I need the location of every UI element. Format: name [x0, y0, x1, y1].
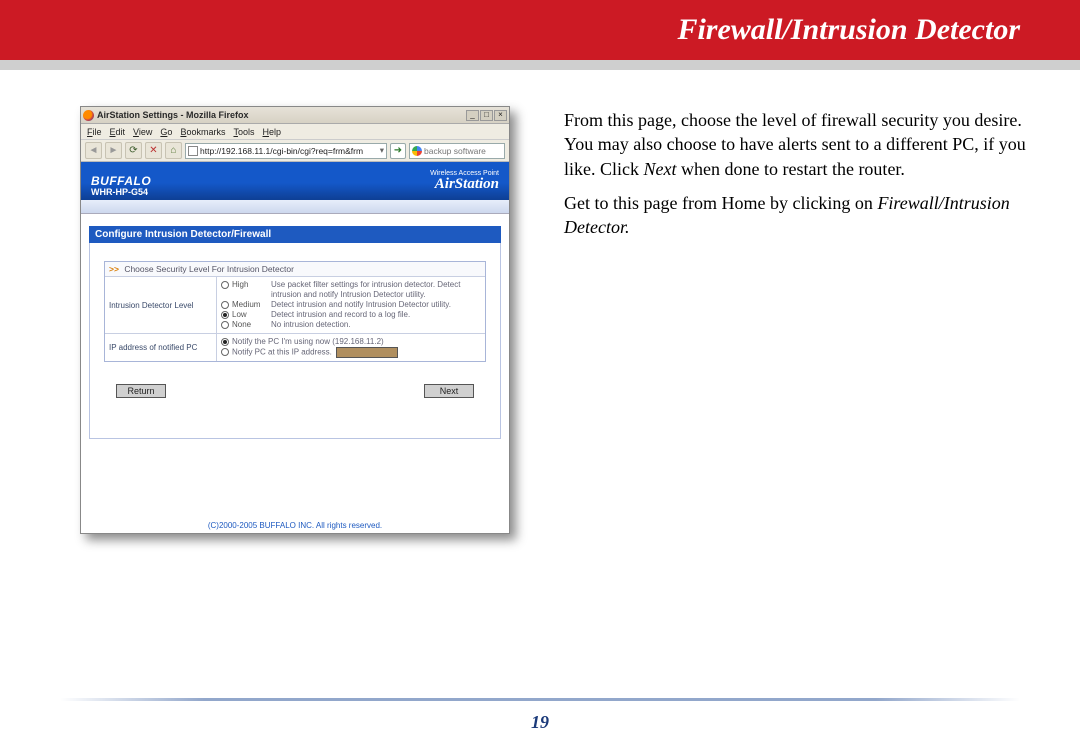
- level-label: None: [232, 320, 268, 330]
- row-notified-pc-label: IP address of notified PC: [105, 334, 217, 361]
- radio-icon: [221, 321, 229, 329]
- caption-arrows-icon: >>: [109, 264, 119, 274]
- address-bar[interactable]: http://192.168.11.1/cgi-bin/cgi?req=frm&…: [185, 143, 387, 159]
- menu-tools[interactable]: Tools: [233, 127, 254, 137]
- page-number: 19: [0, 712, 1080, 733]
- level-label: Low: [232, 310, 268, 320]
- menu-go[interactable]: Go: [160, 127, 172, 137]
- desc-next-italic: Next: [644, 159, 677, 179]
- title-banner: Firewall/Intrusion Detector: [0, 0, 1080, 60]
- level-label: High: [232, 280, 268, 290]
- radio-icon: [221, 311, 229, 319]
- row-detector-level-body: HighUse packet filter settings for intru…: [217, 277, 485, 333]
- maximize-button[interactable]: □: [480, 110, 493, 121]
- ip-address-input[interactable]: [336, 347, 398, 358]
- buffalo-logo: BUFFALO: [91, 174, 151, 188]
- forward-button[interactable]: ►: [105, 142, 122, 159]
- page-title: Firewall/Intrusion Detector: [677, 13, 1020, 47]
- firefox-icon: [83, 110, 94, 121]
- footer-rule: [60, 698, 1020, 701]
- close-button[interactable]: ×: [494, 110, 507, 121]
- level-caption-text: Choose Security Level For Intrusion Dete…: [124, 264, 294, 274]
- radio-icon: [221, 281, 229, 289]
- router-page: BUFFALO WHR-HP-G54 Wireless Access Point…: [81, 162, 509, 533]
- level-option-none[interactable]: NoneNo intrusion detection.: [221, 320, 481, 330]
- window-titlebar: AirStation Settings - Mozilla Firefox _ …: [81, 107, 509, 124]
- desc-text: Get to this page from Home by clicking o…: [564, 193, 877, 213]
- level-description: Detect intrusion and record to a log fil…: [271, 310, 481, 320]
- header-tab-strip: [81, 200, 509, 214]
- window-title: AirStation Settings - Mozilla Firefox: [97, 110, 466, 120]
- notify-current-option[interactable]: Notify the PC I'm using now (192.168.11.…: [221, 337, 481, 347]
- description-column: From this page, choose the level of fire…: [564, 106, 1030, 534]
- menu-bookmarks[interactable]: Bookmarks: [180, 127, 225, 137]
- level-description: Use packet filter settings for intrusion…: [271, 280, 481, 300]
- menu-file[interactable]: File: [87, 127, 102, 137]
- minimize-button[interactable]: _: [466, 110, 479, 121]
- row-detector-level: Intrusion Detector Level HighUse packet …: [105, 277, 485, 334]
- radio-icon: [221, 338, 229, 346]
- next-button[interactable]: Next: [424, 384, 474, 398]
- menu-view[interactable]: View: [133, 127, 152, 137]
- row-notified-pc-body: Notify the PC I'm using now (192.168.11.…: [217, 334, 485, 361]
- notify-current-label: Notify the PC I'm using now (192.168.11.…: [232, 337, 481, 347]
- description-paragraph-1: From this page, choose the level of fire…: [564, 108, 1030, 181]
- radio-icon: [221, 348, 229, 356]
- notify-other-option[interactable]: Notify PC at this IP address.: [221, 347, 481, 358]
- notify-other-label: Notify PC at this IP address.: [232, 347, 481, 358]
- home-button[interactable]: ⌂: [165, 142, 182, 159]
- desc-text: when done to restart the router.: [677, 159, 905, 179]
- level-option-high[interactable]: HighUse packet filter settings for intru…: [221, 280, 481, 300]
- banner-divider: [0, 60, 1080, 70]
- row-notified-pc: IP address of notified PC Notify the PC …: [105, 334, 485, 361]
- copyright-text: (C)2000-2005 BUFFALO INC. All rights res…: [81, 517, 509, 533]
- row-detector-level-label: Intrusion Detector Level: [105, 277, 217, 333]
- stop-button[interactable]: ✕: [145, 142, 162, 159]
- level-radio-group: HighUse packet filter settings for intru…: [221, 280, 481, 330]
- config-table: >> Choose Security Level For Intrusion D…: [104, 261, 486, 362]
- return-button[interactable]: Return: [116, 384, 166, 398]
- screenshot-column: AirStation Settings - Mozilla Firefox _ …: [80, 106, 530, 534]
- search-text: backup software: [424, 146, 486, 156]
- menu-edit[interactable]: Edit: [110, 127, 126, 137]
- page-icon: [188, 146, 198, 156]
- airstation-label: Wireless Access Point AirStation: [430, 170, 499, 192]
- router-model: WHR-HP-G54: [91, 187, 148, 197]
- go-button[interactable]: ➜: [390, 143, 406, 159]
- navigation-toolbar: ◄ ► ⟳ ✕ ⌂ http://192.168.11.1/cgi-bin/cg…: [81, 140, 509, 162]
- menu-help[interactable]: Help: [262, 127, 281, 137]
- notify-radio-group: Notify the PC I'm using now (192.168.11.…: [221, 337, 481, 358]
- config-panel: >> Choose Security Level For Intrusion D…: [89, 243, 501, 439]
- window-buttons: _ □ ×: [466, 110, 507, 121]
- firefox-window: AirStation Settings - Mozilla Firefox _ …: [80, 106, 510, 534]
- section-title: Configure Intrusion Detector/Firewall: [89, 226, 501, 243]
- reload-button[interactable]: ⟳: [125, 142, 142, 159]
- button-row: Return Next: [90, 374, 500, 398]
- radio-icon: [221, 301, 229, 309]
- url-text: http://192.168.11.1/cgi-bin/cgi?req=frm&…: [200, 146, 363, 156]
- search-box[interactable]: backup software: [409, 143, 505, 159]
- description-paragraph-2: Get to this page from Home by clicking o…: [564, 191, 1030, 240]
- level-description: No intrusion detection.: [271, 320, 481, 330]
- menu-bar: File Edit View Go Bookmarks Tools Help: [81, 124, 509, 140]
- level-caption: >> Choose Security Level For Intrusion D…: [105, 262, 485, 277]
- back-button[interactable]: ◄: [85, 142, 102, 159]
- level-option-low[interactable]: LowDetect intrusion and record to a log …: [221, 310, 481, 320]
- level-description: Detect intrusion and notify Intrusion De…: [271, 300, 481, 310]
- router-header: BUFFALO WHR-HP-G54 Wireless Access Point…: [81, 162, 509, 200]
- airstation-text: AirStation: [435, 176, 499, 192]
- level-label: Medium: [232, 300, 268, 310]
- google-icon: [412, 146, 422, 156]
- page-body: AirStation Settings - Mozilla Firefox _ …: [0, 70, 1080, 534]
- url-dropdown-icon[interactable]: ▾: [380, 145, 384, 156]
- level-option-medium[interactable]: MediumDetect intrusion and notify Intrus…: [221, 300, 481, 310]
- notify-other-text: Notify PC at this IP address.: [232, 348, 332, 357]
